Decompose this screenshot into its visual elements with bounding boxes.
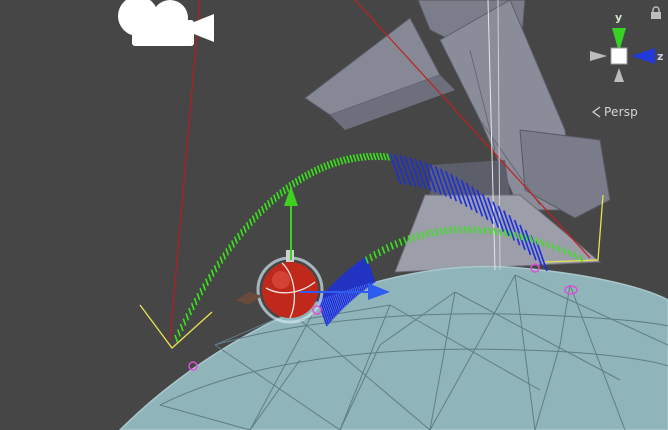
projection-label[interactable]: Persp bbox=[604, 105, 638, 119]
axis-z-label: z bbox=[657, 50, 663, 63]
axis-y-label: y bbox=[615, 11, 622, 24]
scene-viewport[interactable]: y z bbox=[0, 0, 668, 430]
lock-icon[interactable] bbox=[650, 6, 662, 20]
